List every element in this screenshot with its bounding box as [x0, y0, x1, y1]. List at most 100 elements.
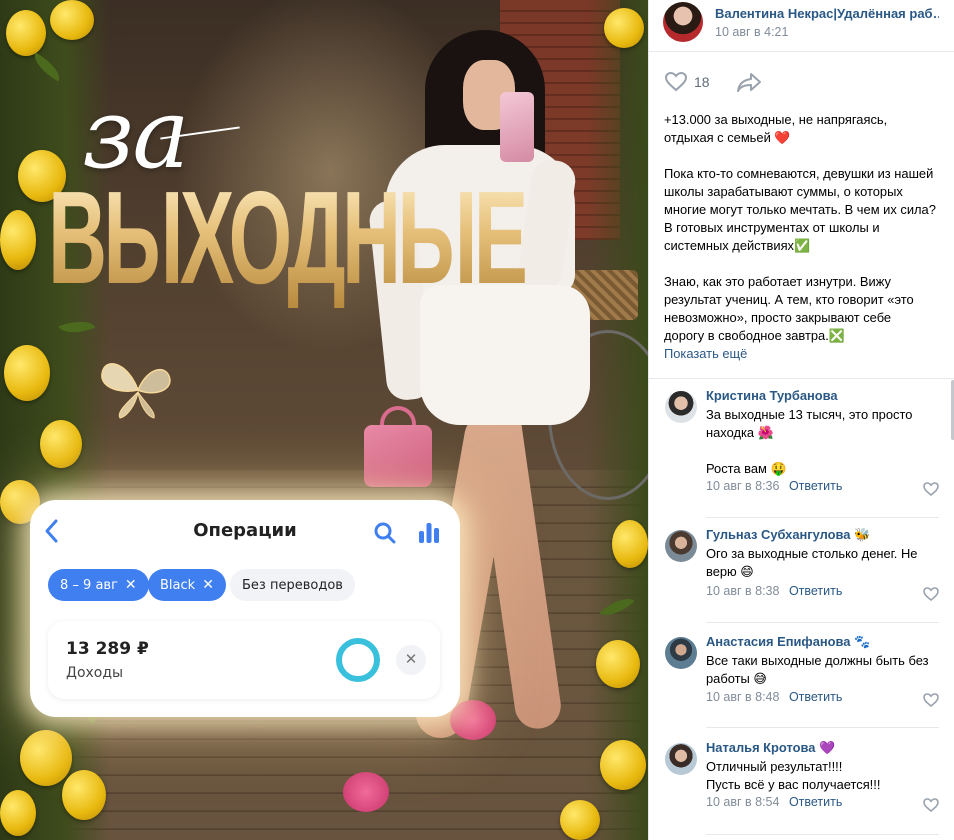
- lemon: [6, 10, 46, 56]
- filter-chip-date[interactable]: 8 – 9 авг ✕: [48, 569, 149, 601]
- reply-link[interactable]: Ответить: [789, 795, 842, 809]
- lemon: [0, 790, 36, 836]
- commenter-name[interactable]: Анастасия Епифанова 🐾: [706, 634, 870, 650]
- lemon: [596, 640, 640, 688]
- chip-label: Black: [160, 577, 196, 593]
- income-row[interactable]: 13 289 ₽ Доходы ✕: [48, 621, 440, 699]
- income-label: Доходы: [66, 665, 124, 681]
- post-text-line: результат учениц. А тем, кто говорит «эт…: [664, 292, 914, 307]
- comment-item: Кристина Турбанова За выходные 13 тысяч,…: [649, 388, 954, 518]
- post-text-line: системных действиях✅: [664, 238, 811, 253]
- lemon: [612, 520, 648, 568]
- author-avatar[interactable]: [663, 2, 703, 42]
- butterfly-icon: [101, 363, 171, 419]
- photo-title-big: ВЫХОДНЫЕ: [48, 164, 528, 311]
- lemon: [40, 420, 82, 468]
- commenter-avatar[interactable]: [665, 391, 697, 423]
- comment-like-icon[interactable]: [923, 798, 939, 812]
- operations-card: Операции 8 – 9 авг ✕ Black ✕ Без перевод…: [30, 500, 460, 717]
- chip-close-icon[interactable]: ✕: [125, 577, 137, 593]
- comment-text: Отличный результат!!!! Пусть всё у вас п…: [706, 758, 946, 794]
- commenter-avatar[interactable]: [665, 743, 697, 775]
- comment-like-icon[interactable]: [923, 587, 939, 601]
- chip-label: 8 – 9 авг: [60, 577, 118, 593]
- close-icon[interactable]: ✕: [396, 645, 426, 675]
- author-name[interactable]: Валентина Некрас|Удалённая раб…: [715, 6, 939, 21]
- lemon: [560, 800, 600, 840]
- share-icon[interactable]: [736, 71, 762, 93]
- lemon: [62, 770, 106, 820]
- comment-text-line: Все таки выходные должны быть без: [706, 653, 929, 668]
- lemon: [20, 730, 72, 786]
- divider: [706, 517, 939, 518]
- show-more-link[interactable]: Показать ещё: [664, 346, 747, 361]
- divider: [706, 622, 939, 623]
- commenter-avatar[interactable]: [665, 637, 697, 669]
- heart-icon[interactable]: [665, 72, 687, 92]
- income-amount: 13 289 ₽: [66, 639, 149, 659]
- comment-date[interactable]: 10 авг в 8:36: [706, 479, 779, 493]
- post-text-line: многие могут только мечтать. В чем их си…: [664, 202, 936, 217]
- commenter-name[interactable]: Кристина Турбанова: [706, 388, 838, 403]
- search-icon[interactable]: [372, 520, 398, 546]
- divider: [706, 834, 939, 835]
- reply-link[interactable]: Ответить: [789, 479, 842, 493]
- post-date[interactable]: 10 авг в 4:21: [715, 25, 788, 39]
- post-header: Валентина Некрас|Удалённая раб… 10 авг в…: [649, 0, 954, 52]
- lemon: [50, 0, 94, 40]
- divider: [649, 378, 954, 379]
- reply-link[interactable]: Ответить: [789, 584, 842, 598]
- post-photo[interactable]: за ВЫХОДНЫЕ Операции 8 – 9 авг ✕ Black ✕: [0, 0, 648, 840]
- phone: [500, 92, 534, 162]
- comment-item: Анастасия Епифанова 🐾 Все таки выходные …: [649, 634, 954, 734]
- divider: [706, 727, 939, 728]
- comment-text-line: верю 😄: [706, 564, 754, 579]
- reply-link[interactable]: Ответить: [789, 690, 842, 704]
- post-text-line: Пока кто-то сомневаются, девушки из наше…: [664, 166, 934, 181]
- commenter-name[interactable]: Наталья Кротова 💜: [706, 740, 835, 756]
- comment-meta: 10 авг в 8:36 Ответить: [706, 479, 842, 493]
- income-ring-icon: [336, 638, 380, 682]
- comment-text-line: Отличный результат!!!!: [706, 759, 843, 774]
- post-text-line: невозможно», просто закрывают себе: [664, 310, 892, 325]
- comment-text-line: Пусть всё у вас получается!!!: [706, 777, 881, 792]
- comment-meta: 10 авг в 8:54 Ответить: [706, 795, 842, 809]
- comment-meta: 10 авг в 8:38 Ответить: [706, 584, 842, 598]
- pink-shoe: [450, 700, 496, 740]
- commenter-name[interactable]: Гульназ Субхангулова 🐝: [706, 527, 870, 543]
- chip-close-icon[interactable]: ✕: [202, 577, 214, 593]
- post-sidebar: Валентина Некрас|Удалённая раб… 10 авг в…: [648, 0, 954, 840]
- post-text-line: дорогу в свободное завтра.❎: [664, 328, 845, 343]
- post-text-line: Знаю, как это работает изнутри. Вижу: [664, 274, 891, 289]
- commenter-avatar[interactable]: [665, 530, 697, 562]
- bar-chart-icon[interactable]: [416, 519, 442, 545]
- comment-date[interactable]: 10 авг в 8:38: [706, 584, 779, 598]
- comment-text-line: находка 🌺: [706, 425, 774, 440]
- comment-meta: 10 авг в 8:48 Ответить: [706, 690, 842, 704]
- comment-like-icon[interactable]: [923, 693, 939, 707]
- comment-date[interactable]: 10 авг в 8:54: [706, 795, 779, 809]
- comment-item: Наталья Кротова 💜 Отличный результат!!!!…: [649, 740, 954, 830]
- filter-chip-card[interactable]: Black ✕: [148, 569, 226, 601]
- post-actions: 18: [649, 52, 954, 110]
- chip-label: Без переводов: [242, 577, 343, 593]
- comment-text-line: Ого за выходные столько денег. Не: [706, 546, 918, 561]
- like-count: 18: [694, 74, 710, 90]
- post-text-line: отдыхая с семьей ❤️: [664, 130, 791, 145]
- comment-text-line: Роста вам 🤑: [706, 461, 787, 476]
- post-text-line: +13.000 за выходные, не напрягаясь,: [664, 112, 888, 127]
- post-text-line: школы зарабатывают суммы, о которых: [664, 184, 903, 199]
- comment-text: За выходные 13 тысяч, это просто находка…: [706, 406, 946, 478]
- comment-text-line: работы 😅: [706, 671, 767, 686]
- lemon: [4, 345, 50, 401]
- filter-chip-no-transfers[interactable]: Без переводов: [230, 569, 355, 601]
- post-text-line: В готовых инструментах от школы и: [664, 220, 880, 235]
- lemon: [0, 210, 36, 270]
- lemon: [604, 8, 644, 48]
- comment-date[interactable]: 10 авг в 8:48: [706, 690, 779, 704]
- comment-like-icon[interactable]: [923, 482, 939, 496]
- comment-text: Все таки выходные должны быть без работы…: [706, 652, 946, 688]
- pink-shoe: [343, 772, 389, 812]
- comment-text-line: За выходные 13 тысяч, это просто: [706, 407, 913, 422]
- pink-handbag: [364, 425, 432, 487]
